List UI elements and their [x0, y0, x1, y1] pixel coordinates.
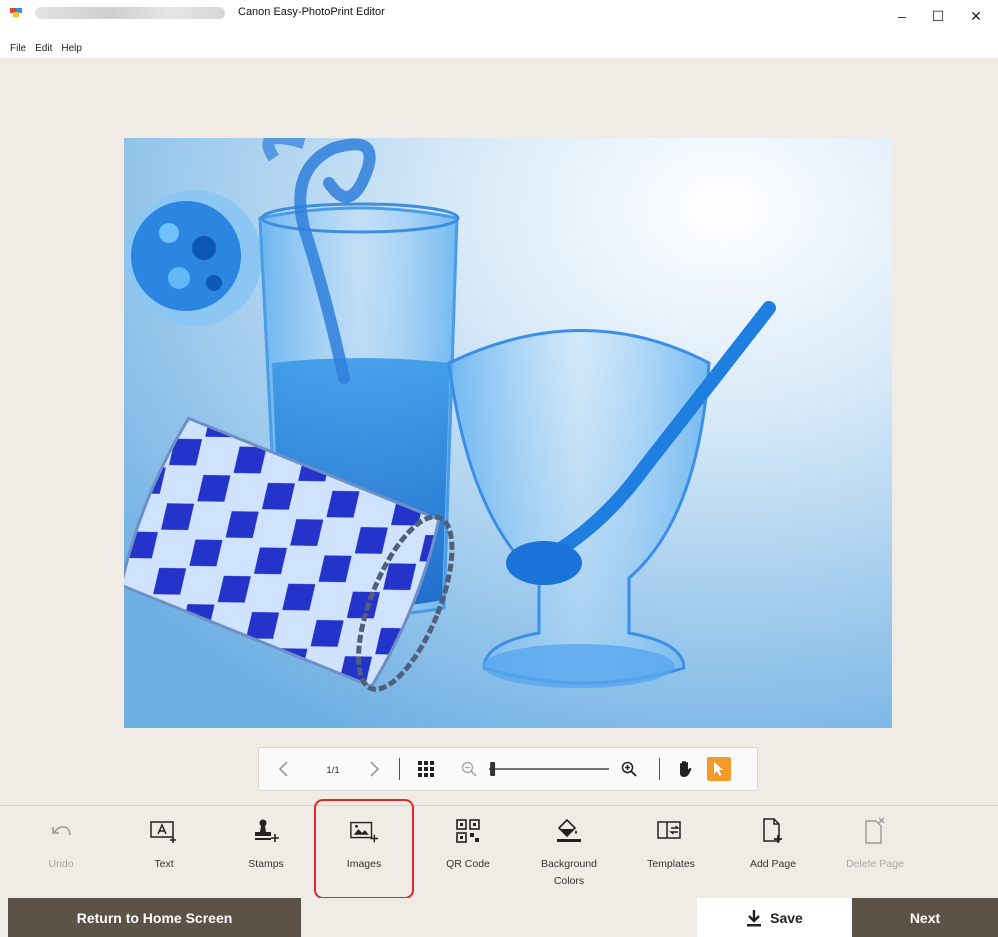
title-bar: Canon Easy-PhotoPrint Editor ‒ ☐ ✕: [0, 0, 998, 38]
qr-code-label: QR Code: [446, 858, 490, 870]
page-indicator: 1/1: [326, 764, 340, 776]
stamps-label: Stamps: [248, 858, 284, 870]
grid-icon: [418, 761, 434, 777]
add-image-icon: [350, 821, 379, 843]
close-button[interactable]: ✕: [954, 2, 998, 30]
add-qr-code-button[interactable]: QR Code: [423, 806, 513, 899]
edit-toolbar: Undo Text Stamps Images QR Code Backgrou…: [0, 805, 998, 899]
text-box-icon: [150, 821, 176, 843]
background-colors-label-line1: Background: [540, 858, 598, 870]
add-page-button[interactable]: Add Page: [728, 806, 818, 899]
paint-bucket-icon: [557, 818, 581, 842]
hand-icon: [680, 761, 692, 777]
menu-help[interactable]: Help: [61, 43, 82, 54]
zoom-out-button[interactable]: [459, 759, 479, 779]
select-tool-button[interactable]: [707, 757, 731, 781]
add-images-button[interactable]: Images: [319, 806, 409, 899]
templates-label: Templates: [647, 858, 695, 870]
close-icon: ✕: [970, 7, 982, 24]
chevron-right-icon: [370, 761, 380, 777]
undo-icon: [52, 826, 71, 836]
add-page-label: Add Page: [749, 858, 797, 870]
next-page-button[interactable]: [363, 758, 387, 780]
templates-button[interactable]: Templates: [626, 806, 716, 899]
photo-glassware-image: [124, 138, 892, 728]
undo-button[interactable]: Undo: [16, 806, 106, 899]
minimize-icon: ‒: [898, 8, 906, 24]
zoom-in-button[interactable]: [619, 759, 639, 779]
next-button[interactable]: Next: [852, 898, 998, 937]
text-label: Text: [154, 858, 174, 870]
chevron-left-icon: [278, 761, 288, 777]
previous-page-button[interactable]: [271, 758, 295, 780]
maximize-icon: ☐: [931, 7, 945, 24]
background-colors-label-line2: Colors: [553, 875, 585, 887]
blurred-filename: [35, 7, 225, 19]
add-text-button[interactable]: Text: [119, 806, 209, 899]
delete-page-button[interactable]: Delete Page: [830, 806, 920, 899]
zoom-slider-handle[interactable]: [490, 762, 496, 776]
stamp-icon: [255, 819, 279, 842]
app-icon: [10, 8, 22, 17]
background-colors-button[interactable]: Background Colors: [524, 806, 614, 899]
delete-page-label: Delete Page: [846, 858, 904, 870]
save-label: Save: [770, 909, 803, 926]
undo-label: Undo: [48, 858, 74, 870]
window-title: Canon Easy-PhotoPrint Editor: [238, 6, 385, 18]
menu-edit[interactable]: Edit: [35, 43, 52, 54]
qr-code-icon: [456, 819, 480, 843]
images-label: Images: [346, 858, 382, 870]
editing-workspace: 1/1: [0, 58, 998, 805]
save-button[interactable]: Save: [697, 898, 852, 937]
zoom-out-icon: [461, 761, 477, 777]
page-navigator-bar: 1/1: [258, 747, 758, 791]
add-stamps-button[interactable]: Stamps: [221, 806, 311, 899]
download-icon: [747, 909, 762, 926]
page-list-button[interactable]: [414, 758, 438, 780]
zoom-slider[interactable]: [485, 759, 613, 779]
delete-page-icon: [865, 817, 885, 844]
menu-bar: File Edit Help: [0, 38, 998, 58]
hand-tool-button[interactable]: [673, 758, 697, 780]
return-home-button[interactable]: Return to Home Screen: [8, 898, 301, 937]
menu-file[interactable]: File: [10, 43, 26, 54]
photo-canvas[interactable]: [124, 138, 892, 728]
add-page-icon: [763, 818, 782, 843]
templates-icon: [657, 821, 681, 839]
pointer-arrow-icon: [714, 762, 723, 776]
footer-bar: Return to Home Screen Save Next: [0, 898, 998, 937]
zoom-in-icon: [621, 761, 637, 777]
